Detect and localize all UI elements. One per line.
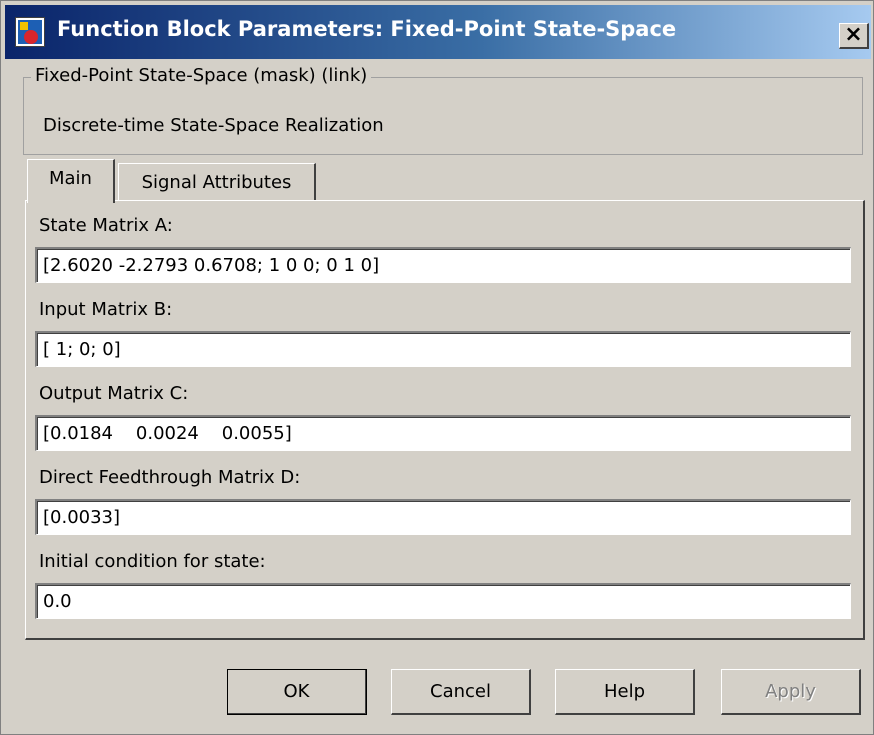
groupbox-legend: Fixed-Point State-Space (mask) (link) [31,65,372,86]
apply-button[interactable]: Apply [721,669,861,715]
input-matrix-b-label: Input Matrix B: [39,299,173,320]
title-bar[interactable]: Function Block Parameters: Fixed-Point S… [5,5,871,59]
window-title: Function Block Parameters: Fixed-Point S… [57,17,677,41]
block-description: Discrete-time State-Space Realization [43,115,384,136]
cancel-button[interactable]: Cancel [391,669,531,715]
initial-condition-label: Initial condition for state: [39,551,266,572]
dialog-window: Function Block Parameters: Fixed-Point S… [0,0,874,735]
tab-main[interactable]: Main [27,159,115,203]
initial-condition-input[interactable]: 0.0 [35,583,851,619]
input-matrix-b-input[interactable]: [ 1; 0; 0] [35,331,851,367]
ok-button[interactable]: OK [227,669,367,715]
output-matrix-c-label: Output Matrix C: [39,383,189,404]
help-button[interactable]: Help [555,669,695,715]
close-icon[interactable]: × [839,23,869,49]
state-matrix-a-label: State Matrix A: [39,215,173,236]
feedthrough-matrix-d-input[interactable]: [0.0033] [35,499,851,535]
output-matrix-c-input[interactable]: [0.0184 0.0024 0.0055] [35,415,851,451]
tab-signal-attributes[interactable]: Signal Attributes [118,163,316,201]
feedthrough-matrix-d-label: Direct Feedthrough Matrix D: [39,467,301,488]
state-matrix-a-input[interactable]: [2.6020 -2.2793 0.6708; 1 0 0; 0 1 0] [35,247,851,283]
simulink-block-icon [15,17,45,47]
